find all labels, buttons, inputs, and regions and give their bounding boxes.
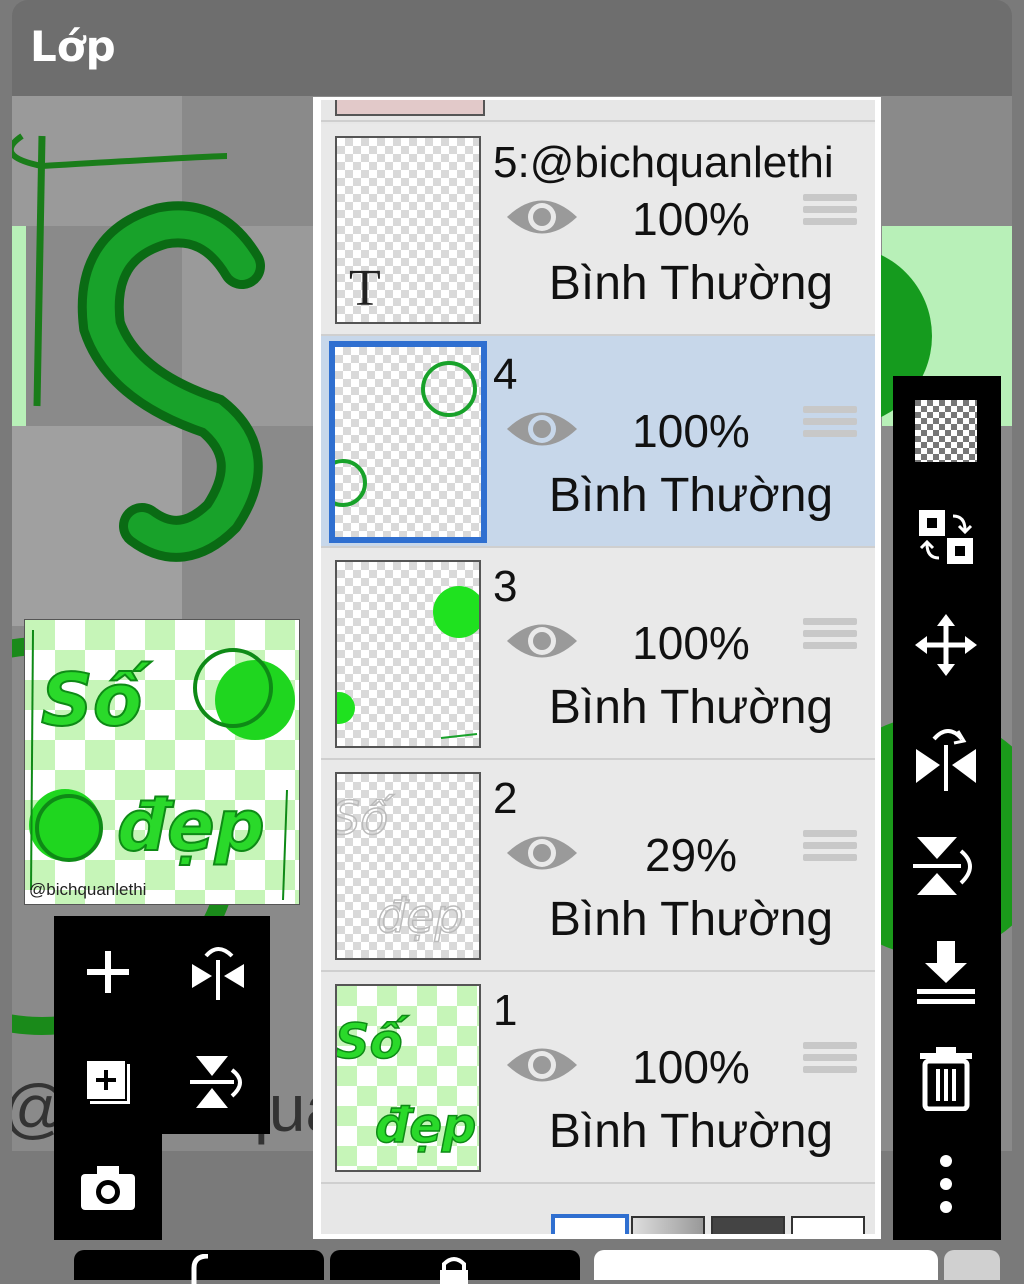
layer-name: 1 [493,986,518,1035]
layer-blend-mode: Bình Thường [548,257,834,310]
layer-row-4[interactable]: 4 100% Bình Thường [321,336,875,548]
layer-name: 5:@bichquanlethi [493,138,834,187]
layer-thumbnail: Số đẹp [335,984,481,1172]
left-toolbar [54,916,270,1134]
layer-blend-mode: Bình Thường [548,469,834,522]
blend-swatch-2[interactable] [631,1216,705,1234]
camera-button[interactable] [72,1148,144,1228]
more-options-button[interactable] [911,1146,981,1222]
drag-handle-icon[interactable] [803,830,857,876]
blend-mode-strip [321,1198,875,1234]
transparency-button[interactable] [911,396,981,466]
layer-row-1[interactable]: Số đẹp 1 100% Bình Thường [321,972,875,1184]
layer-list[interactable]: T 5:@bichquanlethi 100% Bình Thường 4 10… [321,100,875,1234]
transparency-icon [915,400,977,462]
add-layer-button[interactable] [72,932,144,1012]
eye-icon[interactable] [505,194,579,240]
bottom-button-1[interactable] [74,1250,324,1284]
svg-text:đẹp: đẹp [375,1098,476,1154]
eye-icon[interactable] [505,830,579,876]
thumb-text-line2: đẹp [117,785,265,867]
right-toolbar [893,376,1001,1240]
layer-row-partial [321,100,875,122]
layer-name: 3 [493,562,518,611]
layer-thumbnail [329,341,487,543]
layer-row-3[interactable]: 3 100% Bình Thường [321,548,875,760]
layer-panel: T 5:@bichquanlethi 100% Bình Thường 4 10… [313,97,881,1239]
layer-name: 2 [493,774,518,823]
swap-button[interactable] [911,502,981,572]
svg-text:Số: Số [337,1014,410,1070]
swap-icon [919,510,973,564]
blend-swatch-3[interactable] [711,1216,785,1234]
layer-thumbnail: T [335,136,481,324]
left-toolbar-bottom [54,1134,162,1240]
move-icon [915,614,977,676]
bottom-bar [0,1240,1024,1284]
text-layer-icon: T [349,260,381,317]
camera-icon [81,1166,135,1210]
layer-row-5[interactable]: T 5:@bichquanlethi 100% Bình Thường [321,124,875,336]
drag-handle-icon[interactable] [803,1042,857,1088]
move-button[interactable] [911,610,981,680]
trash-icon [920,1047,972,1111]
flip-horizontal-icon [192,947,244,1000]
flip-horizontal-button-right[interactable] [911,718,981,794]
eye-icon[interactable] [505,406,579,452]
drag-handle-icon[interactable] [803,194,857,240]
layer-row-2[interactable]: Số đẹp 2 29% Bình Thường [321,760,875,972]
add-layer-icon [87,951,129,993]
layer-thumbnail [335,560,481,748]
layer-blend-mode: Bình Thường [548,681,834,734]
bottom-button-3[interactable] [944,1250,1000,1280]
add-copy-layer-icon [85,1059,130,1104]
thumb-text-line1: Số [41,658,152,742]
flip-vertical-icon [190,1056,242,1108]
flip-vertical-button-right[interactable] [911,828,981,904]
layer-opacity: 29% [644,829,738,881]
svg-text:Số: Số [337,791,394,845]
layer-opacity: 100% [632,617,750,669]
more-icon [940,1155,952,1213]
flip-vertical-button[interactable] [178,1042,258,1122]
bottom-field[interactable] [594,1250,938,1280]
layer-thumbnail: Số đẹp [335,772,481,960]
thumb-credit: @bichquanlethi [29,880,147,899]
drag-handle-icon[interactable] [803,618,857,664]
eye-icon[interactable] [505,1042,579,1088]
layer-name: 4 [493,350,518,399]
merge-down-icon [917,941,975,1004]
delete-layer-button[interactable] [911,1040,981,1116]
layer-opacity: 100% [632,405,750,457]
layer-blend-mode: Bình Thường [548,1105,834,1158]
title-bar: Lớp [12,0,1012,96]
drag-handle-icon[interactable] [803,406,857,452]
layer-opacity: 100% [632,193,750,245]
artwork-preview: Số đẹp @bichquanlethi [24,619,300,905]
eye-icon[interactable] [505,618,579,664]
flip-vertical-icon [913,837,972,895]
page-title: Lớp [30,22,116,71]
blend-swatch-4[interactable] [791,1216,865,1234]
flip-horizontal-button[interactable] [178,932,258,1012]
flip-horizontal-icon [916,729,976,791]
layer-blend-mode: Bình Thường [548,893,834,946]
bottom-button-2[interactable] [330,1250,580,1284]
layer-opacity: 100% [632,1041,750,1093]
svg-text:đẹp: đẹp [377,889,464,943]
blend-swatch-normal[interactable] [551,1214,629,1234]
add-copy-layer-button[interactable] [72,1042,144,1122]
merge-down-button[interactable] [911,934,981,1010]
